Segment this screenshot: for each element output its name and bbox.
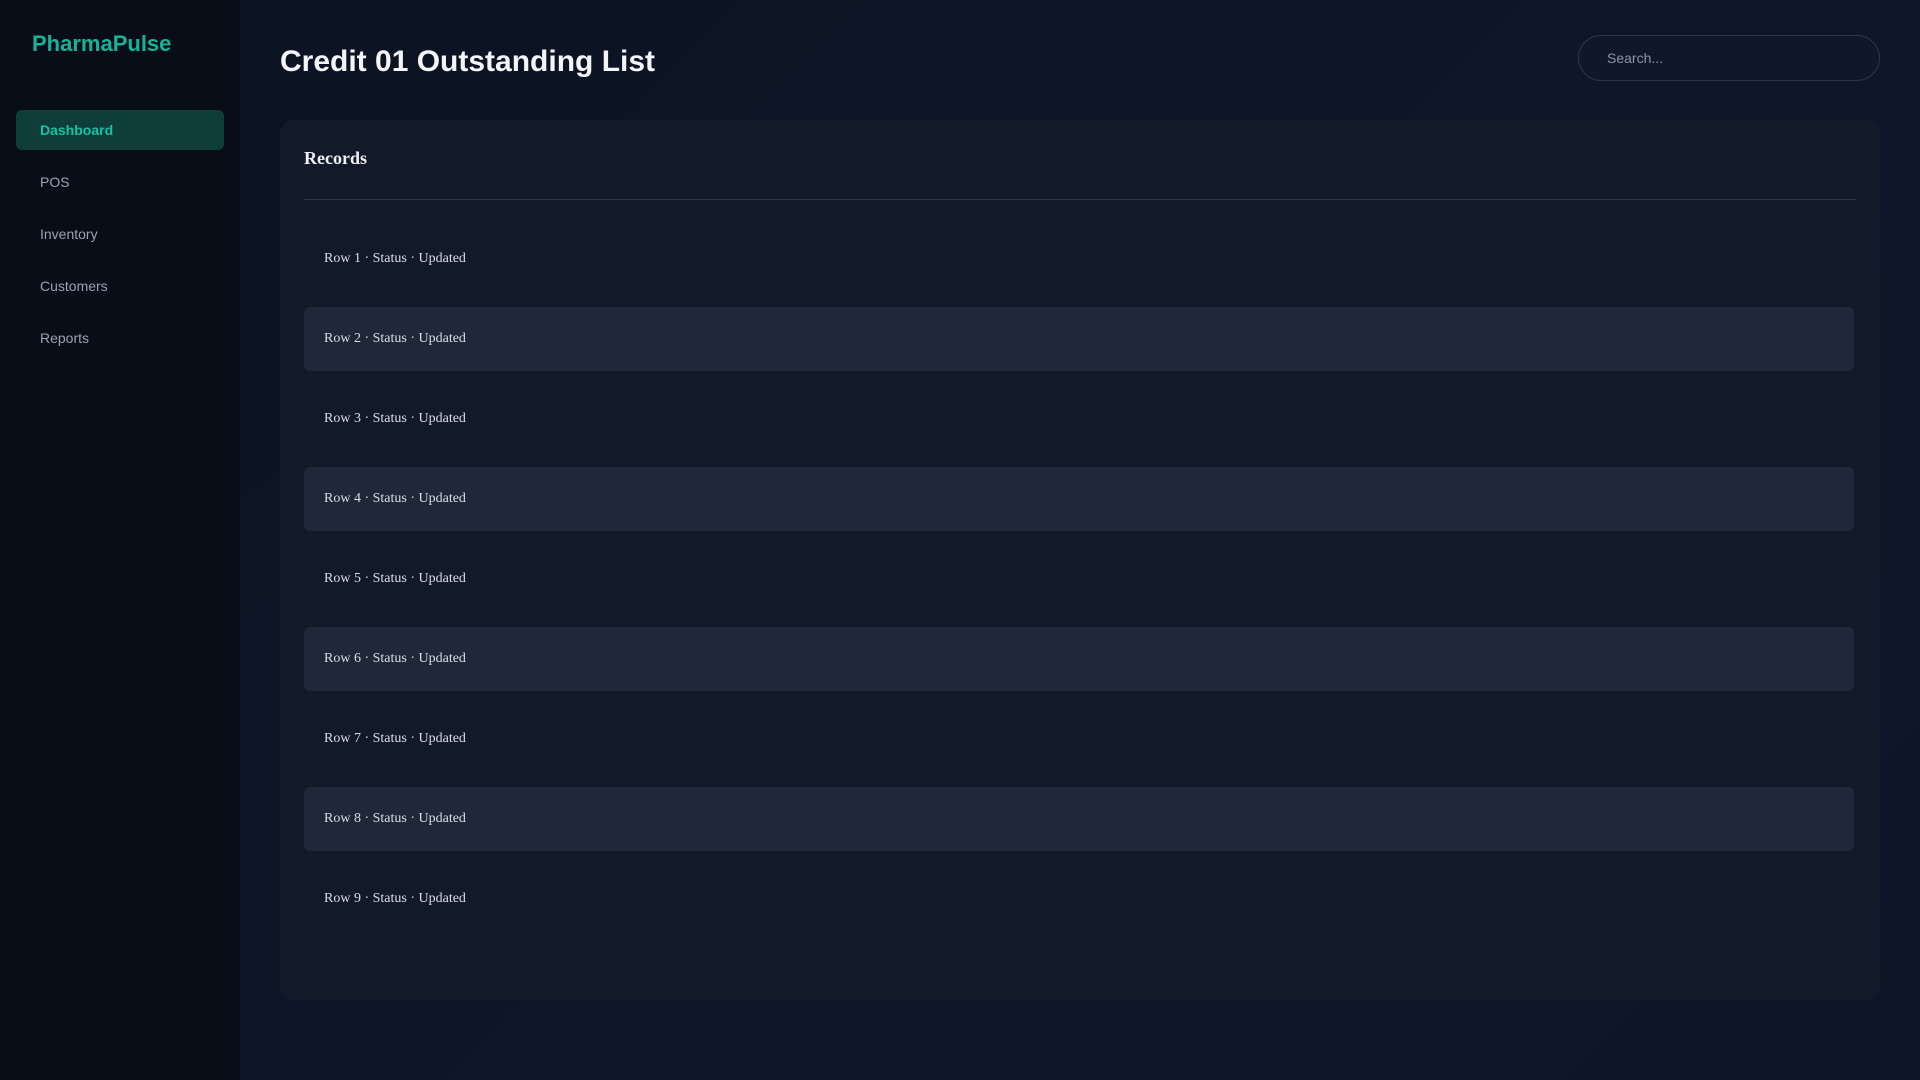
main-content: Credit 01 Outstanding List Records Row 1… (240, 0, 1920, 1080)
sidebar-item-pos[interactable]: POS (16, 162, 224, 202)
sidebar-item-customers[interactable]: Customers (16, 266, 224, 306)
sidebar-nav: Dashboard POS Inventory Customers Report… (0, 110, 240, 358)
table-row[interactable]: Row 9 · Status · Updated (304, 867, 1854, 931)
table-row[interactable]: Row 8 · Status · Updated (304, 787, 1854, 851)
sidebar-item-inventory[interactable]: Inventory (16, 214, 224, 254)
records-card: Records Row 1 · Status · Updated Row 2 ·… (280, 120, 1880, 1000)
table-row[interactable]: Row 5 · Status · Updated (304, 547, 1854, 611)
table-row[interactable]: Row 4 · Status · Updated (304, 467, 1854, 531)
table-row[interactable]: Row 1 · Status · Updated (304, 227, 1854, 291)
card-divider (304, 199, 1856, 200)
page-title: Credit 01 Outstanding List (280, 45, 656, 78)
table-row[interactable]: Row 3 · Status · Updated (304, 387, 1854, 451)
table-row[interactable]: Row 7 · Status · Updated (304, 707, 1854, 771)
sidebar-item-dashboard[interactable]: Dashboard (16, 110, 224, 150)
table-row[interactable]: Row 2 · Status · Updated (304, 307, 1854, 371)
sidebar-item-reports[interactable]: Reports (16, 318, 224, 358)
brand-logo[interactable]: PharmaPulse (32, 30, 240, 58)
search-input[interactable] (1578, 35, 1880, 81)
records-list: Row 1 · Status · Updated Row 2 · Status … (304, 227, 1856, 931)
sidebar: PharmaPulse Dashboard POS Inventory Cust… (0, 0, 240, 1080)
table-row[interactable]: Row 6 · Status · Updated (304, 627, 1854, 691)
card-title: Records (304, 148, 367, 168)
app-window: PharmaPulse Dashboard POS Inventory Cust… (0, 0, 1920, 1080)
